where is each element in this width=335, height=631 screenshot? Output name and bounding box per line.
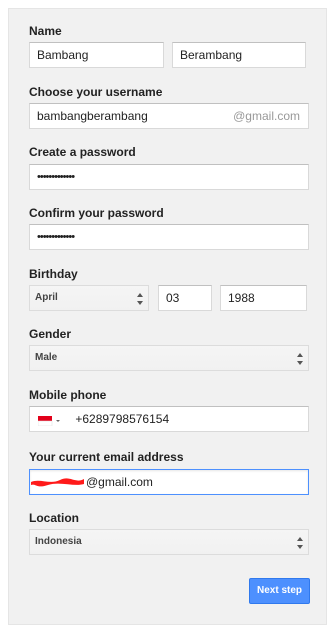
password-input[interactable]: ••••••••••••• xyxy=(29,164,309,190)
email-domain-value: @gmail.com xyxy=(86,475,153,489)
username-label: Choose your username xyxy=(29,85,163,99)
location-select[interactable]: Indonesia xyxy=(29,529,309,555)
mobile-phone-label: Mobile phone xyxy=(29,388,107,402)
birth-day-input[interactable]: 03 xyxy=(158,285,212,311)
next-step-button[interactable]: Next step xyxy=(249,578,310,604)
current-email-label: Your current email address xyxy=(29,450,184,464)
name-label: Name xyxy=(29,24,62,38)
phone-input[interactable]: +6289798576154 xyxy=(29,406,309,432)
location-value: Indonesia xyxy=(35,536,82,547)
birth-year-input[interactable]: 1988 xyxy=(220,285,307,311)
confirm-password-label: Confirm your password xyxy=(29,206,164,220)
redaction-scribble xyxy=(31,478,84,487)
select-arrows-icon xyxy=(297,353,303,365)
confirm-password-input[interactable]: ••••••••••••• xyxy=(29,224,309,250)
select-arrows-icon xyxy=(137,293,143,305)
location-label: Location xyxy=(29,511,79,525)
password-label: Create a password xyxy=(29,145,136,159)
birthday-label: Birthday xyxy=(29,267,78,281)
username-input[interactable]: bambangberambang @gmail.com xyxy=(29,103,309,129)
indonesia-flag-icon xyxy=(37,415,60,426)
country-flag-dropdown[interactable] xyxy=(37,408,62,431)
first-name-input[interactable]: Bambang xyxy=(29,42,164,68)
select-arrows-icon xyxy=(297,537,303,549)
gmail-suffix: @gmail.com xyxy=(233,109,300,123)
birth-month-value: April xyxy=(35,292,58,303)
gender-select[interactable]: Male xyxy=(29,345,309,371)
username-value: bambangberambang xyxy=(37,109,148,123)
birth-month-select[interactable]: April xyxy=(29,285,149,311)
gender-value: Male xyxy=(35,352,58,363)
phone-value: +6289798576154 xyxy=(75,412,170,426)
gender-label: Gender xyxy=(29,327,72,341)
last-name-input[interactable]: Berambang xyxy=(172,42,306,68)
